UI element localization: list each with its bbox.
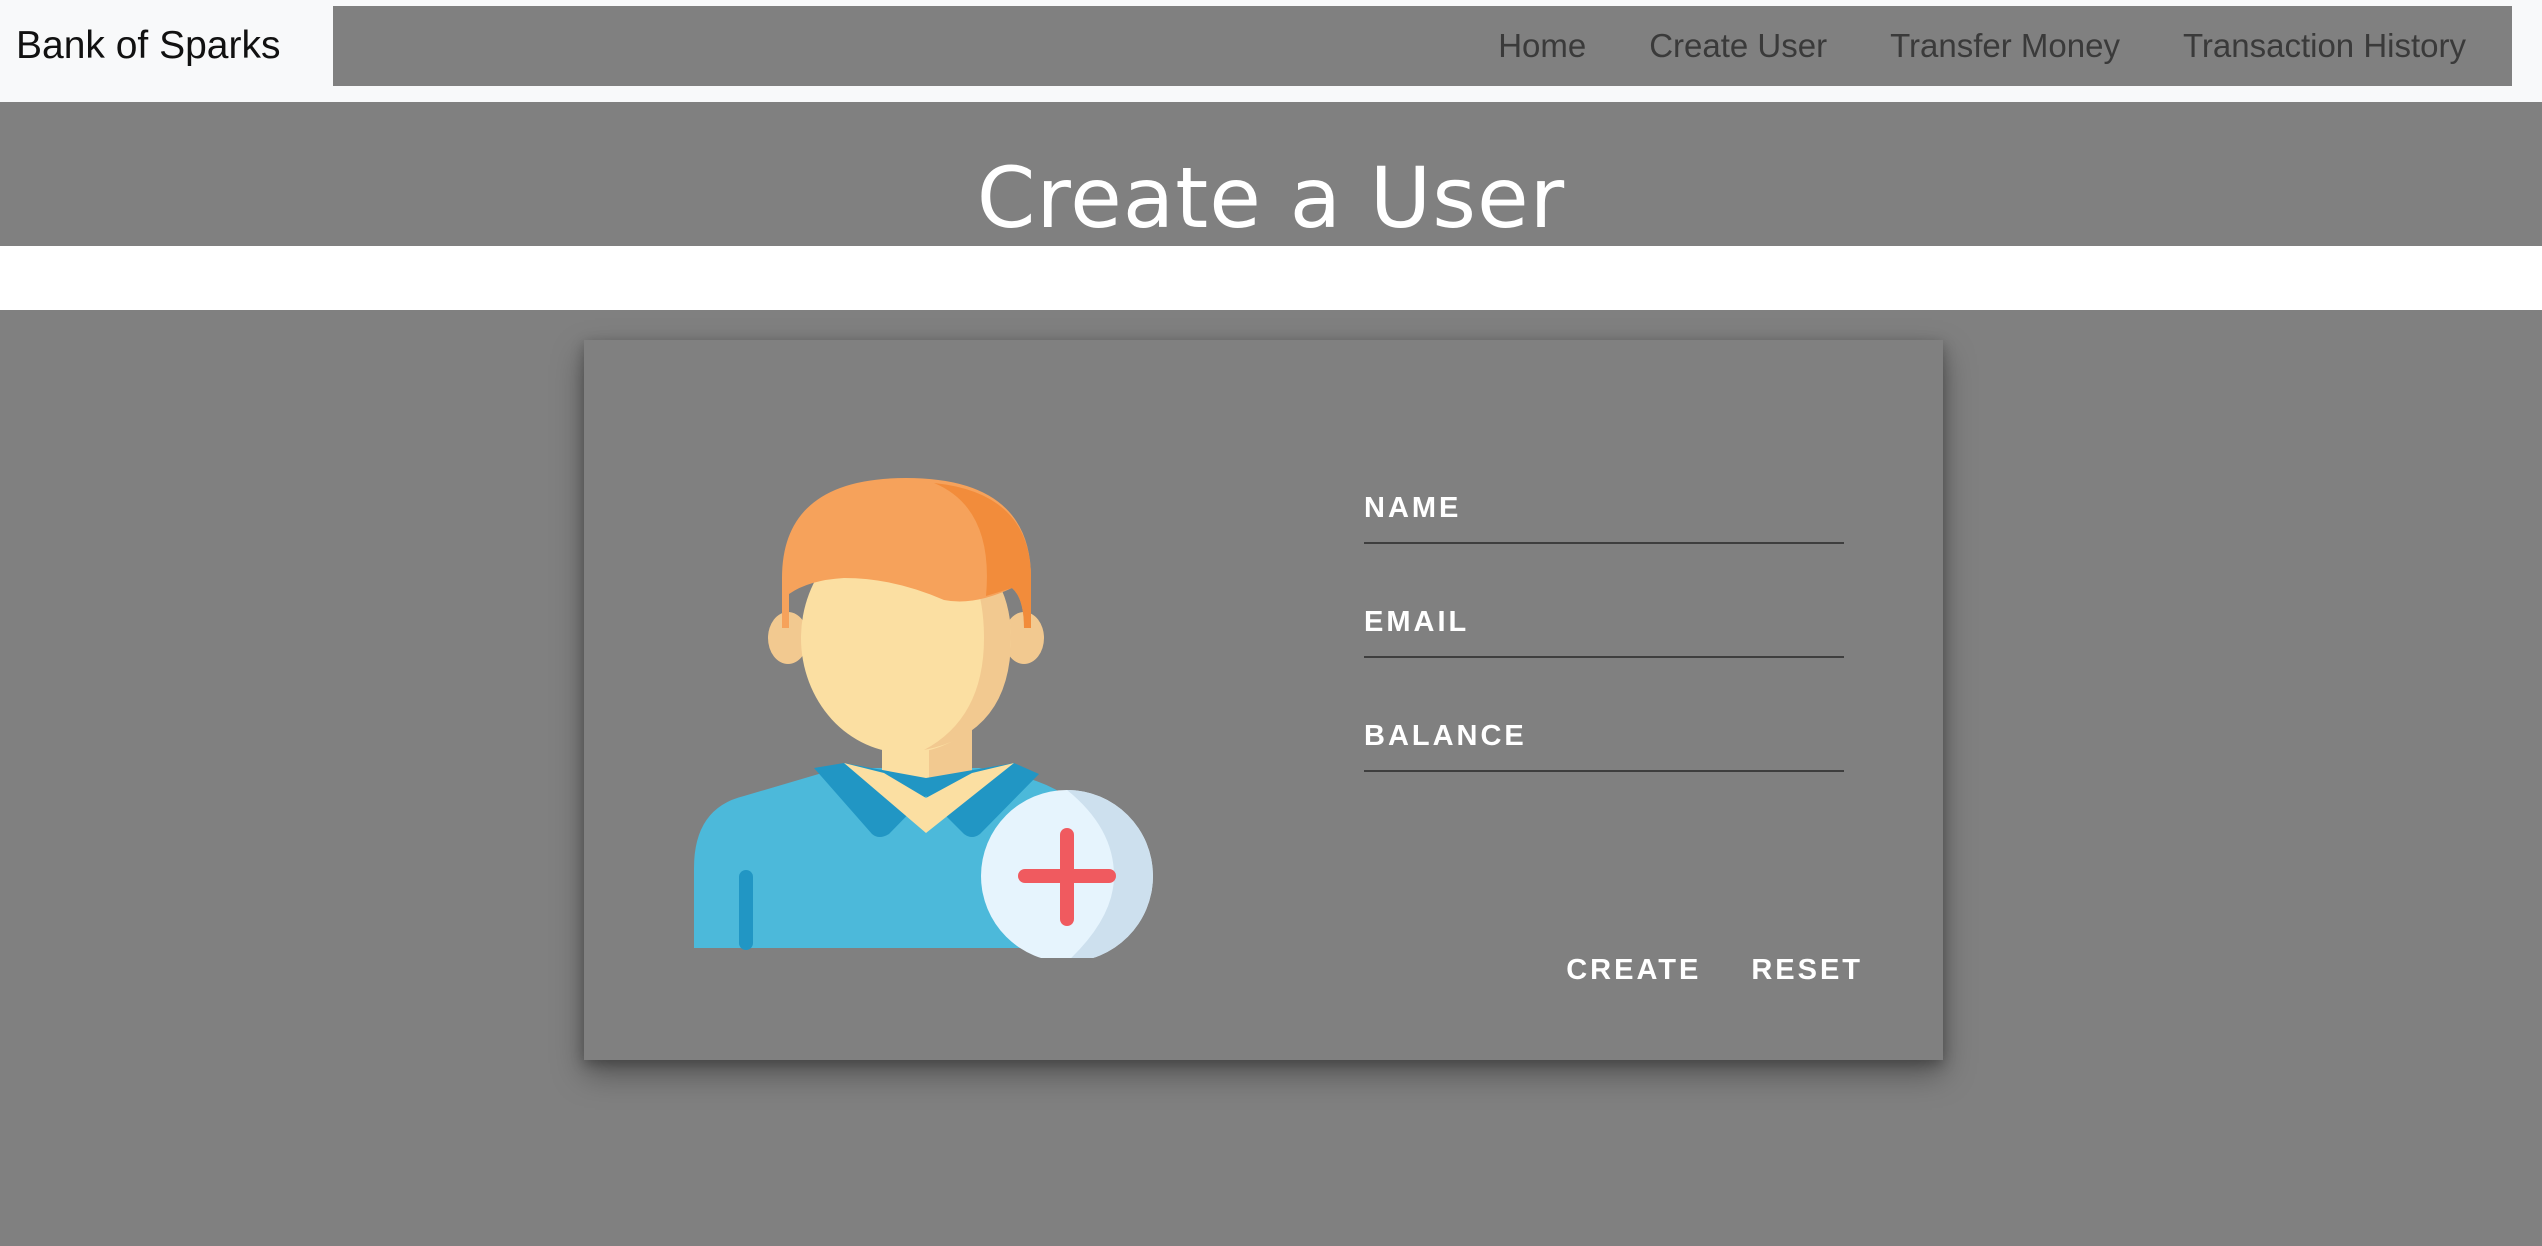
brand-logo-link[interactable]: Bank of Sparks [16,0,280,92]
nav-link-home[interactable]: Home [1498,27,1586,65]
nav-links: Home Create User Transfer Money Transact… [1435,6,2466,86]
nav-link-create-user[interactable]: Create User [1649,27,1827,65]
create-user-form: NAME EMAIL BALANCE [1364,490,1844,832]
navbar: Bank of Sparks Home Create User Transfer… [0,0,2542,102]
name-label: NAME [1364,492,1462,524]
form-actions: CREATE RESET [1516,948,1863,993]
reset-button[interactable]: RESET [1751,948,1863,993]
plus-horizontal [1018,869,1116,883]
name-field: NAME [1364,490,1844,604]
email-field: EMAIL [1364,604,1844,718]
nav-link-transaction-history[interactable]: Transaction History [2183,27,2466,65]
email-label: EMAIL [1364,606,1470,638]
divider-band [0,246,2542,310]
page-title: Create a User [976,149,1566,246]
hero-banner: Create a User [0,102,2542,246]
create-button[interactable]: CREATE [1566,948,1701,993]
nav-link-transfer-money[interactable]: Transfer Money [1890,27,2120,65]
balance-field: BALANCE [1364,718,1844,832]
sleeve-line [739,870,753,950]
create-user-card: NAME EMAIL BALANCE CREATE RESET [584,340,1943,1060]
add-user-avatar-icon [694,478,1153,958]
nav-bar: Home Create User Transfer Money Transact… [333,6,2512,86]
balance-label: BALANCE [1364,720,1527,752]
